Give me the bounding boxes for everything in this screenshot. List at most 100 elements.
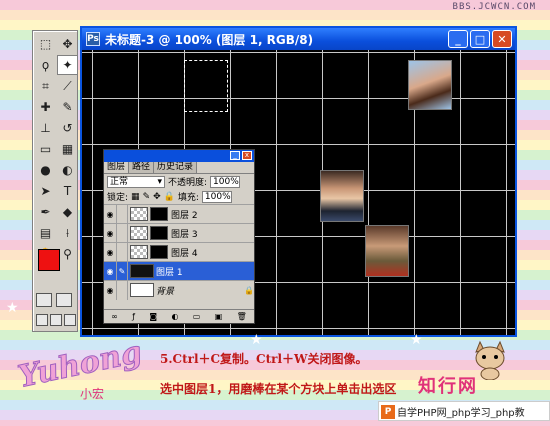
path-select-icon[interactable]: ➤ bbox=[35, 181, 56, 201]
shape-icon[interactable]: ◆ bbox=[57, 202, 78, 222]
lock-icon: 🔒 bbox=[244, 285, 254, 295]
blend-row: 正常 ▾ 不透明度: 100% bbox=[104, 174, 254, 189]
layer-mask-thumbnail bbox=[150, 245, 168, 259]
lock-label: 锁定: bbox=[107, 193, 129, 203]
opacity-label: 不透明度: bbox=[168, 178, 208, 188]
slice-icon[interactable]: ⟋ bbox=[57, 76, 78, 96]
eye-icon[interactable]: ◉ bbox=[104, 280, 117, 300]
lasso-icon[interactable]: ϙ bbox=[35, 55, 56, 75]
eye-icon[interactable]: ◉ bbox=[104, 242, 117, 262]
gradient-icon[interactable]: ▦ bbox=[57, 139, 78, 159]
pen-icon[interactable]: ✒ bbox=[35, 202, 56, 222]
opacity-value: 100% bbox=[213, 176, 239, 187]
php-watermark-bar[interactable]: P 自学PHP网_php学习_php教 bbox=[378, 401, 550, 421]
magic-wand-icon[interactable]: ✦ bbox=[57, 55, 78, 75]
layer-row[interactable]: ◉ 图层 3 bbox=[104, 223, 254, 243]
panel-close-button[interactable]: x bbox=[242, 151, 252, 160]
layer-style-icon[interactable]: ƒ bbox=[132, 312, 135, 321]
panel-minimize-button[interactable]: _ bbox=[230, 151, 240, 160]
blend-mode-value: 正常 bbox=[110, 176, 129, 187]
adjustment-layer-icon[interactable]: ◐ bbox=[171, 312, 178, 321]
delete-layer-icon[interactable]: 🗑 bbox=[237, 312, 247, 321]
star-decoration: ★ bbox=[6, 300, 19, 316]
lock-position-icon[interactable]: ✥ bbox=[153, 192, 161, 202]
healing-icon[interactable]: ✚ bbox=[35, 97, 56, 117]
screen-mode-full-icon[interactable] bbox=[64, 314, 76, 326]
layer-mask-thumbnail bbox=[150, 207, 168, 221]
layer-link-slot[interactable] bbox=[117, 280, 128, 300]
tab-paths[interactable]: 路径 bbox=[129, 162, 155, 173]
layer-thumbnail bbox=[130, 264, 154, 278]
move-icon[interactable]: ✥ bbox=[57, 34, 78, 54]
quick-mask-group bbox=[36, 293, 72, 307]
layer-row[interactable]: ◉ 图层 4 bbox=[104, 242, 254, 262]
eraser-icon[interactable]: ▭ bbox=[35, 139, 56, 159]
lock-all-icon[interactable]: 🔒 bbox=[164, 192, 175, 202]
lock-pixels-icon[interactable]: ✎ bbox=[143, 192, 151, 202]
layer-link-slot[interactable] bbox=[117, 242, 128, 262]
layer-thumbnail bbox=[130, 245, 148, 259]
stamp-icon[interactable]: ⊥ bbox=[35, 118, 56, 138]
new-group-icon[interactable]: ▭ bbox=[193, 312, 201, 321]
tab-layers[interactable]: 图层 bbox=[104, 162, 130, 173]
foreground-color-swatch[interactable] bbox=[38, 249, 60, 271]
layer-link-slot[interactable] bbox=[117, 204, 128, 224]
eye-icon[interactable]: ◉ bbox=[104, 223, 117, 243]
logo-subtext: 小宏 bbox=[80, 386, 104, 401]
eye-icon[interactable]: ◉ bbox=[104, 261, 117, 281]
tab-history[interactable]: 历史记录 bbox=[154, 162, 198, 173]
panel-tabs: 图层 路径 历史记录 bbox=[104, 162, 254, 174]
marquee-icon[interactable]: ⬚ bbox=[35, 34, 56, 54]
layer-name: 图层 1 bbox=[156, 267, 183, 278]
lock-transparency-icon[interactable]: ▦ bbox=[131, 192, 140, 202]
tool-grid: ⬚ ✥ ϙ ✦ ⌗ ⟋ ✚ ✎ ⊥ ↺ ▭ ▦ ● ◐ ➤ T ✒ ◆ ▤ ⟊ … bbox=[33, 31, 78, 267]
blend-mode-select[interactable]: 正常 ▾ bbox=[107, 175, 165, 188]
layer-name: 图层 4 bbox=[171, 248, 198, 259]
new-layer-icon[interactable]: ▣ bbox=[215, 312, 223, 321]
layer-thumbnail bbox=[130, 207, 148, 221]
close-button[interactable]: ✕ bbox=[492, 30, 512, 48]
yuhong-logo: Yuhong 小宏 bbox=[15, 340, 144, 401]
panel-buttons: _ x bbox=[230, 151, 252, 160]
layer-link-slot[interactable] bbox=[117, 223, 128, 243]
brush-icon[interactable]: ✎ bbox=[57, 97, 78, 117]
fill-value: 100% bbox=[204, 191, 231, 202]
notes-icon[interactable]: ▤ bbox=[35, 223, 56, 243]
type-icon[interactable]: T bbox=[57, 181, 78, 201]
crop-icon[interactable]: ⌗ bbox=[35, 76, 56, 96]
window-buttons: _ □ ✕ bbox=[448, 30, 512, 48]
link-layers-icon[interactable]: ∞ bbox=[111, 312, 118, 321]
history-brush-icon[interactable]: ↺ bbox=[57, 118, 78, 138]
screen-mode-menu-icon[interactable] bbox=[50, 314, 62, 326]
layer-thumbnail bbox=[130, 226, 148, 240]
add-mask-icon[interactable]: ◙ bbox=[149, 312, 157, 321]
site-brand: 知行网 bbox=[418, 376, 478, 397]
dodge-icon[interactable]: ◐ bbox=[57, 160, 78, 180]
star-decoration: ★ bbox=[250, 332, 263, 348]
opacity-field[interactable]: 100% bbox=[210, 175, 241, 188]
eyedropper-icon[interactable]: ⟊ bbox=[57, 223, 78, 243]
layer-name: 背景 bbox=[156, 286, 175, 297]
layer-row[interactable]: ◉ 图层 2 bbox=[104, 204, 254, 224]
standard-mode-icon[interactable] bbox=[36, 293, 52, 307]
eye-icon[interactable]: ◉ bbox=[104, 204, 117, 224]
caption-line-1: 5.Ctrl＋C复制。Ctrl＋W关闭图像。 bbox=[160, 352, 368, 366]
layer-row-selected[interactable]: ◉ ✎ 图层 1 bbox=[104, 261, 254, 281]
document-titlebar[interactable]: Ps 未标题-3 @ 100% (图层 1, RGB/8) _ □ ✕ bbox=[82, 28, 515, 50]
layer-name: 图层 2 bbox=[171, 210, 198, 221]
fill-field[interactable]: 100% bbox=[201, 190, 232, 203]
minimize-button[interactable]: _ bbox=[448, 30, 468, 48]
screen-mode-standard-icon[interactable] bbox=[36, 314, 48, 326]
fill-label: 填充: bbox=[177, 193, 199, 203]
layer-name: 图层 3 bbox=[171, 229, 198, 240]
zoom-icon[interactable]: ⚲ bbox=[57, 244, 78, 264]
layer-row-background[interactable]: ◉ 背景 🔒 bbox=[104, 280, 254, 300]
document-title: 未标题-3 @ 100% (图层 1, RGB/8) bbox=[105, 32, 314, 47]
layers-panel-titlebar[interactable]: _ x bbox=[104, 150, 254, 162]
php-watermark-text: 自学PHP网_php学习_php教 bbox=[397, 407, 525, 419]
layers-panel-footer: ∞ ƒ ◙ ◐ ▭ ▣ 🗑 bbox=[104, 309, 254, 323]
blur-icon[interactable]: ● bbox=[35, 160, 56, 180]
maximize-button[interactable]: □ bbox=[470, 30, 490, 48]
chevron-down-icon: ▾ bbox=[157, 176, 162, 187]
quick-mask-icon[interactable] bbox=[56, 293, 72, 307]
